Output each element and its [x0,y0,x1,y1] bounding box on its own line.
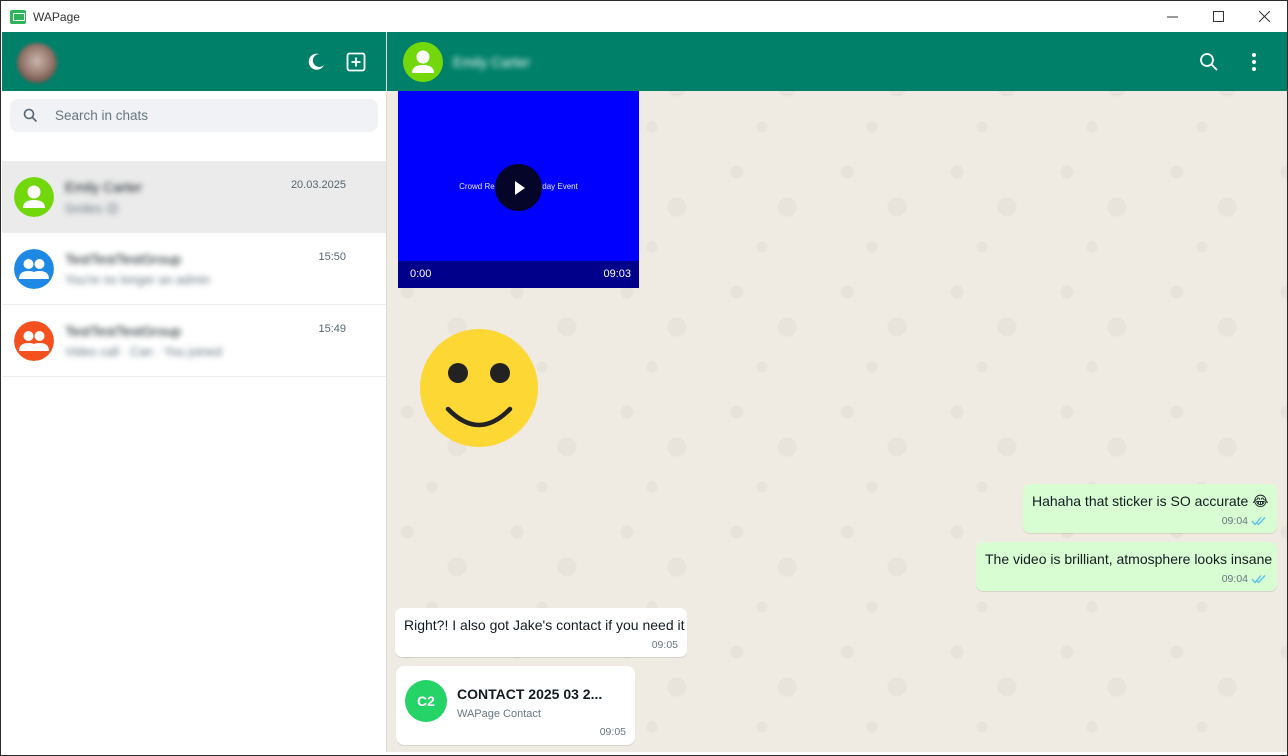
message-time: 09:04 [1221,515,1248,527]
contact-card-subtitle: WAPage Contact [457,708,541,720]
new-chat-button[interactable] [345,51,367,73]
message-text: The video is brilliant, atmosphere looks… [985,551,1273,567]
chat-item[interactable]: TestTestTestGroup You're no longer an ad… [2,233,386,305]
chat-item[interactable]: Emily Carter Smiles 😊 20.03.2025 [2,161,386,233]
maximize-button[interactable] [1195,1,1241,32]
message-time: 09:04 [1221,573,1248,585]
conversation-panel: Emily Carter Crowd Reaction - Saturday E… [387,32,1287,752]
chat-time: 15:49 [318,323,346,335]
avatar [14,177,54,217]
person-avatar-icon [403,42,443,82]
message-text: Right?! I also got Jake's contact if you… [404,617,685,633]
app-window: WAPage Search in chats Emily Carter Smil… [0,0,1288,756]
moon-icon [308,53,324,70]
message-meta: 09:04 [1222,573,1268,585]
chat-name: Emily Carter [65,179,143,195]
smiley-face-sticker[interactable] [420,329,538,447]
video-controls[interactable]: 0:00 09:03 [398,261,639,288]
message-time: 09:05 [651,639,678,651]
app-title: WAPage [33,9,80,24]
double-check-icon [1251,575,1266,584]
sidebar: Emily Carter Smiles 😊 20.03.2025 TestTes… [2,32,387,752]
outgoing-message[interactable]: The video is brilliant, atmosphere looks… [976,542,1277,591]
minimize-icon [1166,16,1178,18]
contact-name[interactable]: Emily Carter [453,54,530,70]
message-meta: 09:04 [1222,515,1268,527]
video-duration: 09:03 [603,268,631,280]
search-icon [23,108,38,128]
search-bar [2,91,386,150]
more-vertical-icon [1252,53,1256,71]
chat-item[interactable]: TestTestTestGroup Video call · Can · You… [2,305,386,377]
close-icon [1258,11,1270,22]
video-message[interactable]: Crowd Reaction - Saturday Event 0:00 09:… [398,91,639,288]
sidebar-header [2,32,386,91]
contact-card-avatar: C2 [405,680,447,722]
chat-time: 20.03.2025 [290,179,346,191]
group-avatar-icon [14,249,54,289]
incoming-message[interactable]: Right?! I also got Jake's contact if you… [395,608,687,657]
profile-avatar[interactable] [17,43,57,83]
title-bar: WAPage [1,1,1287,32]
double-check-icon [1251,517,1266,526]
message-text: Hahaha that sticker is SO accurate 😂 [1032,493,1269,509]
chat-time: 15:50 [318,251,346,263]
dark-mode-toggle[interactable] [305,51,327,73]
maximize-icon [1212,11,1224,22]
chat-preview: Smiles 😊 [65,202,120,216]
close-button[interactable] [1241,1,1287,32]
message-meta: 09:05 [652,639,678,651]
outgoing-message[interactable]: Hahaha that sticker is SO accurate 😂 09:… [1023,484,1277,533]
chat-name: TestTestTestGroup [65,323,181,339]
app-logo-icon [10,9,26,24]
search-input[interactable] [55,99,355,132]
contact-card-title: CONTACT 2025 03 2... [457,686,603,702]
contact-avatar[interactable] [403,42,443,82]
menu-button[interactable] [1242,50,1266,74]
avatar [14,249,54,289]
search-messages-button[interactable] [1197,50,1221,74]
chat-list: Emily Carter Smiles 😊 20.03.2025 TestTes… [2,161,386,377]
chat-preview: You're no longer an admin [65,273,211,287]
video-current-time: 0:00 [410,268,432,280]
avatar [14,321,54,361]
play-icon [514,180,525,195]
minimize-button[interactable] [1149,1,1195,32]
search-box[interactable] [10,99,378,132]
conversation-header: Emily Carter [387,32,1287,91]
new-chat-icon [346,52,366,72]
window-controls [1149,1,1287,32]
person-avatar-icon [14,177,54,217]
search-icon [1200,53,1218,71]
play-button[interactable] [495,164,542,211]
group-avatar-icon [14,321,54,361]
contact-card-message[interactable]: C2 CONTACT 2025 03 2... WAPage Contact 0… [396,666,635,745]
chat-name: TestTestTestGroup [65,251,181,267]
message-time: 09:05 [599,726,626,738]
chat-preview: Video call · Can · You joined [65,345,222,359]
